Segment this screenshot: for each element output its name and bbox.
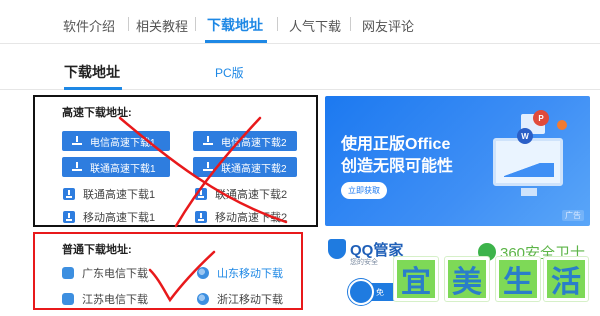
watermark-char: 生 — [496, 257, 540, 301]
ad-subheadline: 创造无限可能性 — [341, 158, 454, 175]
download-icon — [63, 188, 75, 200]
link-label: 山东移动下载 — [217, 268, 283, 280]
word-icon: W — [517, 128, 533, 144]
tab-download-address[interactable]: 下载地址 — [207, 15, 263, 35]
link-label: 江苏电信下载 — [82, 294, 148, 306]
tab-popular-downloads[interactable]: 人气下载 — [289, 16, 341, 35]
dot-decoration — [557, 120, 567, 130]
download-icon — [72, 136, 82, 146]
tab-separator — [128, 17, 129, 31]
sub-nav: 下载地址 PC版 — [0, 52, 600, 90]
normal-download-title: 普通下载地址: — [62, 244, 132, 256]
shield-icon — [62, 293, 74, 305]
qq-slogan: 您的安全 — [350, 259, 378, 266]
download-icon — [63, 211, 75, 223]
link-label: 联通高速下载1 — [83, 189, 156, 201]
link-label: 移动高速下载1 — [83, 212, 156, 224]
ad-get-now-button[interactable]: 立即获取 — [341, 182, 387, 199]
link-label: 广东电信下载 — [82, 268, 148, 280]
fast-download-title: 高速下载地址: — [62, 107, 132, 119]
active-subtab-indicator — [64, 87, 122, 90]
subtab-pc-version[interactable]: PC版 — [215, 64, 244, 81]
qq-shield-icon — [328, 239, 346, 259]
watermark: 宜 美 生 活 — [394, 257, 590, 307]
jiangsu-telecom-download-link[interactable]: 江苏电信下载 — [62, 291, 148, 307]
download-icon — [203, 162, 213, 172]
link-label: 浙江移动下载 — [217, 294, 283, 306]
watermark-char: 宜 — [394, 257, 438, 301]
globe-icon — [197, 293, 209, 305]
zhejiang-mobile-download-link[interactable]: 浙江移动下载 — [197, 291, 283, 307]
watermark-char: 活 — [544, 257, 588, 301]
top-nav: 软件介绍 相关教程 下载地址 人气下载 网友评论 — [0, 0, 600, 44]
download-circle-icon — [348, 279, 374, 305]
download-icon — [195, 188, 207, 200]
unicom-fast-download-1-button[interactable]: 联通高速下载1 — [62, 157, 170, 177]
subtab-download-address[interactable]: 下载地址 — [64, 62, 120, 82]
powerpoint-icon: P — [533, 110, 549, 126]
tab-related-tutorials[interactable]: 相关教程 — [136, 16, 188, 35]
mobile-fast-download-1-link[interactable]: 移动高速下载1 — [63, 209, 155, 225]
tab-separator — [195, 17, 196, 31]
tab-user-reviews[interactable]: 网友评论 — [362, 16, 414, 35]
tab-separator — [277, 17, 278, 31]
download-icon — [195, 211, 207, 223]
active-tab-indicator — [205, 40, 267, 43]
unicom-fast-download-1-link[interactable]: 联通高速下载1 — [63, 186, 155, 202]
monitor-stand — [521, 188, 537, 196]
button-label: 联通高速下载1 — [90, 163, 156, 175]
tab-separator — [350, 17, 351, 31]
watermark-char: 美 — [445, 257, 489, 301]
button-label: 电信高速下载1 — [90, 137, 156, 149]
tab-software-intro[interactable]: 软件介绍 — [63, 16, 115, 35]
ad-headline: 使用正版Office — [341, 136, 451, 153]
unicom-fast-download-2-button[interactable]: 联通高速下载2 — [193, 157, 297, 177]
telecom-fast-download-2-button[interactable]: 电信高速下载2 — [193, 131, 297, 151]
telecom-fast-download-1-button[interactable]: 电信高速下载1 — [62, 131, 170, 151]
ad-tag: 广告 — [562, 210, 584, 221]
monitor-illustration — [493, 138, 563, 186]
button-label: 联通高速下载2 — [221, 163, 287, 175]
unicom-fast-download-2-link[interactable]: 联通高速下载2 — [195, 186, 287, 202]
link-label: 移动高速下载2 — [215, 212, 288, 224]
download-icon — [72, 162, 82, 172]
button-label: 电信高速下载2 — [221, 137, 287, 149]
mobile-fast-download-2-link[interactable]: 移动高速下载2 — [195, 209, 287, 225]
globe-icon — [197, 267, 209, 279]
guangdong-telecom-download-link[interactable]: 广东电信下载 — [62, 265, 148, 281]
office-ad-banner[interactable]: 使用正版Office 创造无限可能性 立即获取 P W 广告 — [325, 96, 590, 226]
shield-icon — [62, 267, 74, 279]
link-label: 联通高速下载2 — [215, 189, 288, 201]
shandong-mobile-download-link[interactable]: 山东移动下载 — [197, 265, 283, 281]
download-icon — [203, 136, 213, 146]
